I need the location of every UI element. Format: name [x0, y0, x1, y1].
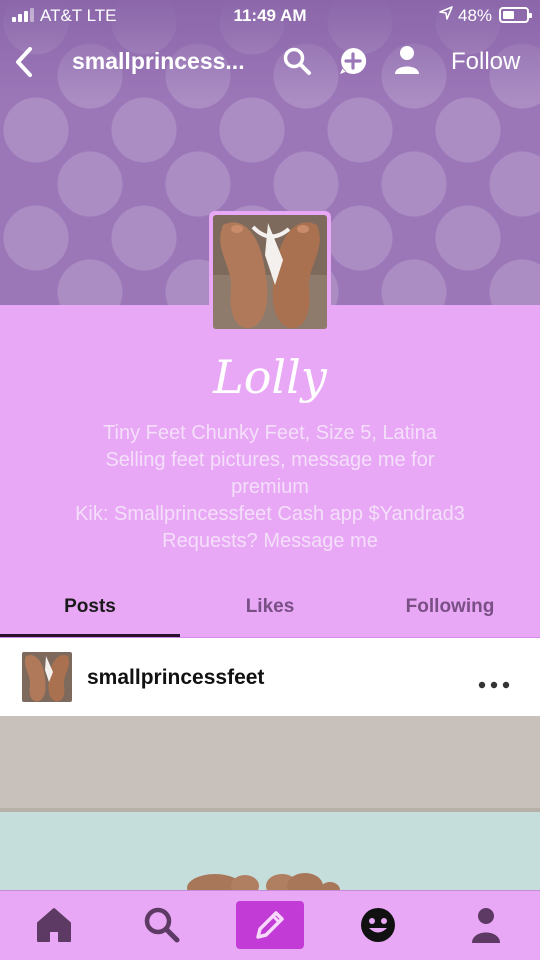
post-username[interactable]: smallprincessfeet — [87, 666, 264, 690]
bio-line: Tiny Feet Chunky Feet, Size 5, Latina — [103, 422, 437, 444]
account-icon[interactable] — [466, 905, 506, 945]
active-tab-indicator — [0, 634, 180, 637]
tab-likes[interactable]: Likes — [180, 596, 360, 618]
search-icon[interactable] — [142, 905, 182, 945]
blog-title: Lolly — [213, 350, 327, 404]
nav-bar: smallprincess... Follow — [0, 38, 540, 86]
battery-percent: 48% — [458, 6, 493, 25]
post-avatar[interactable] — [22, 652, 72, 702]
bio-line: premium — [231, 476, 309, 498]
bio-line: Requests? Message me — [162, 530, 378, 552]
blog-avatar[interactable] — [209, 211, 331, 333]
user-icon[interactable] — [394, 45, 420, 75]
pencil-icon — [256, 911, 284, 939]
tab-posts[interactable]: Posts — [0, 596, 180, 618]
bottom-tab-bar — [0, 890, 540, 960]
bio-line: Selling feet pictures, message me for — [105, 449, 435, 471]
blog-description: Tiny Feet Chunky Feet, Size 5, Latina Se… — [20, 420, 520, 555]
status-bar: AT&T LTE 11:49 AM 48% — [0, 0, 540, 32]
post-header: smallprincessfeet — [0, 638, 540, 716]
search-icon[interactable] — [282, 46, 312, 76]
back-icon[interactable] — [10, 44, 40, 80]
location-icon — [438, 5, 454, 26]
profile-tabs: Posts Likes Following — [0, 586, 540, 638]
ask-message-icon[interactable] — [338, 46, 368, 76]
home-icon[interactable] — [34, 905, 74, 945]
compose-button[interactable] — [236, 901, 304, 949]
avatar-photo — [213, 215, 327, 329]
post-image[interactable] — [0, 716, 540, 892]
activity-icon[interactable] — [358, 905, 398, 945]
tab-following[interactable]: Following — [360, 596, 540, 618]
follow-button[interactable]: Follow — [451, 48, 520, 76]
more-options-icon[interactable] — [478, 676, 510, 689]
battery-icon — [499, 7, 532, 23]
page-title: smallprincess... — [72, 48, 245, 74]
bio-line: Kik: Smallprincessfeet Cash app $Yandrad… — [75, 503, 465, 525]
